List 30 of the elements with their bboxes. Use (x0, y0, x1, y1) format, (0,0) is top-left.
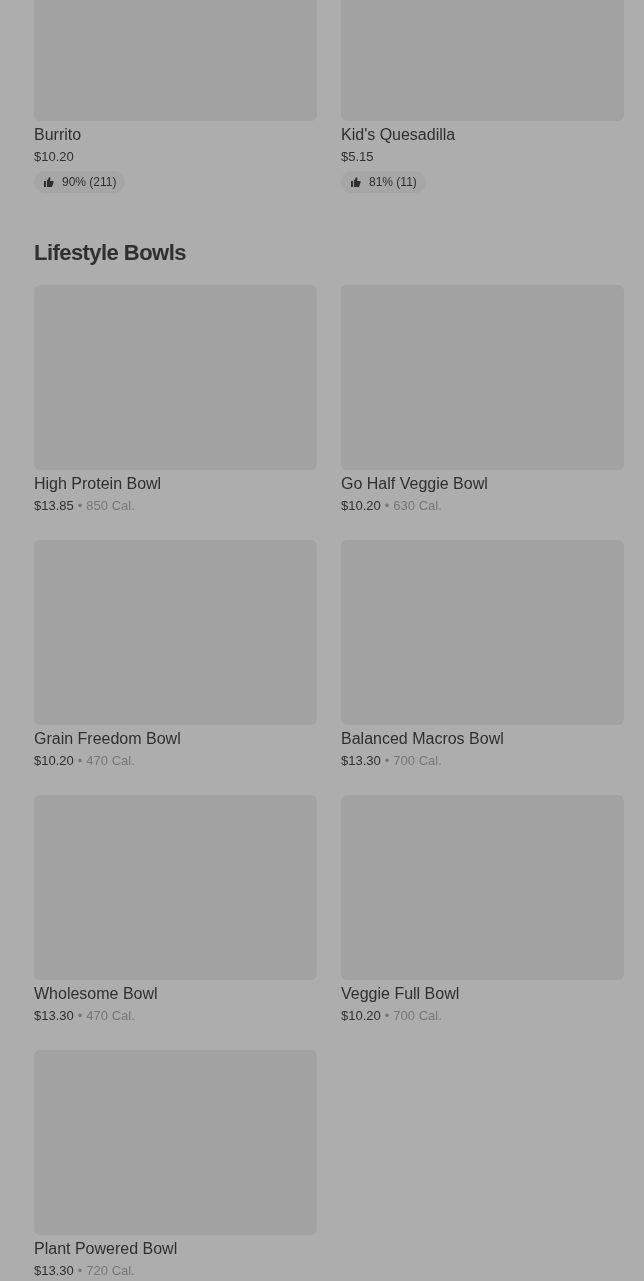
item-name: Grain Freedom Bowl (34, 729, 182, 749)
item-price: $13.30 (34, 1007, 74, 1025)
item-price: $13.85 (34, 497, 74, 515)
item-price: $10.20 (341, 497, 381, 515)
separator-dot: • (384, 497, 390, 515)
separator-dot: • (77, 1007, 83, 1025)
separator-dot: • (384, 752, 390, 770)
section-heading: Lifestyle Bowls (34, 239, 187, 267)
item-name: Wholesome Bowl (34, 984, 159, 1004)
item-name: High Protein Bowl (34, 474, 163, 494)
item-name: Balanced Macros Bowl (341, 729, 505, 749)
thumbs-up-icon (350, 176, 362, 188)
item-price: $10.20 (341, 1007, 381, 1025)
item-name: Veggie Full Bowl (341, 984, 461, 1004)
separator-dot: • (77, 1262, 83, 1280)
item-price: $10.20 (34, 148, 75, 166)
separator-dot: • (77, 752, 83, 770)
rating-badge: 81% (11) (341, 171, 426, 193)
rating-badge: 90% (211) (34, 171, 126, 193)
separator-dot: • (77, 497, 83, 515)
item-name: Kid's Quesadilla (341, 125, 457, 145)
item-name: Plant Powered Bowl (34, 1239, 179, 1259)
item-price: $5.15 (341, 148, 375, 166)
item-price: $13.30 (34, 1262, 74, 1280)
item-name: Go Half Veggie Bowl (341, 474, 489, 494)
separator-dot: • (384, 1007, 390, 1025)
item-price: $13.30 (341, 752, 381, 770)
item-name: Burrito (34, 125, 83, 145)
item-price: $10.20 (34, 752, 74, 770)
thumbs-up-icon (43, 176, 55, 188)
